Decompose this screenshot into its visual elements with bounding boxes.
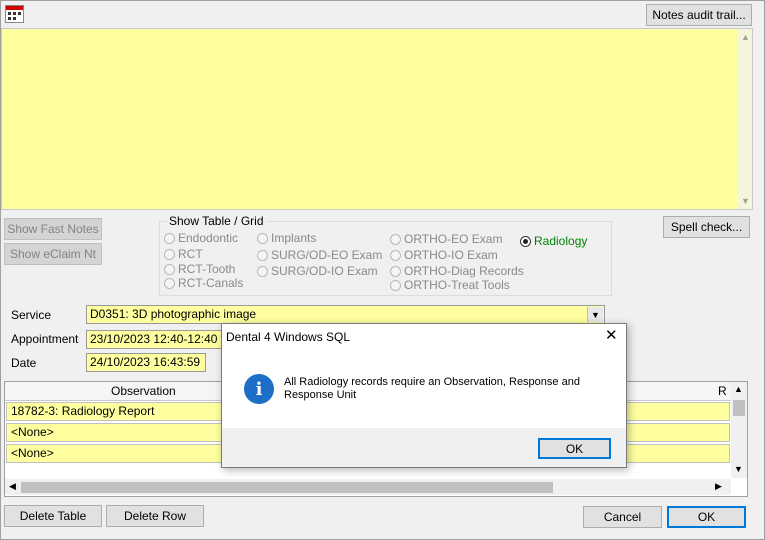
radio-label: ORTHO-EO Exam xyxy=(404,232,503,246)
notes-audit-trail-button[interactable]: Notes audit trail... xyxy=(646,4,752,26)
delete-row-button[interactable]: Delete Row xyxy=(106,505,204,527)
radio-label: RCT-Canals xyxy=(178,276,244,290)
radio-surg-io[interactable]: SURG/OD-IO Exam xyxy=(257,264,378,278)
radio-dot xyxy=(390,265,401,277)
radio-dot xyxy=(390,233,401,245)
radio-label: Endodontic xyxy=(178,231,239,245)
scroll-thumb[interactable] xyxy=(21,482,553,493)
scroll-thumb[interactable] xyxy=(733,400,745,416)
calendar-icon[interactable] xyxy=(5,5,24,23)
close-icon[interactable]: ✕ xyxy=(605,328,618,343)
radio-label: Radiology xyxy=(534,234,588,248)
radio-dot xyxy=(390,249,401,261)
radio-label: Implants xyxy=(271,231,317,245)
chevron-down-icon[interactable]: ▼ xyxy=(587,307,603,322)
cell-observation: 18782-3: Radiology Report xyxy=(11,404,155,418)
radio-dot-selected xyxy=(520,235,531,247)
radio-dot xyxy=(164,263,175,275)
service-value: D0351: 3D photographic image xyxy=(90,307,257,321)
notes-scrollbar[interactable]: ▲ ▼ xyxy=(738,29,752,209)
show-table-group: Show Table / Grid Endodontic RCT RCT-Too… xyxy=(159,214,612,296)
show-eclaim-button[interactable]: Show eClaim Nt xyxy=(4,243,102,265)
radio-label: RCT xyxy=(178,247,203,261)
spell-check-button[interactable]: Spell check... xyxy=(663,216,750,238)
radio-dot xyxy=(164,277,175,289)
radio-label: SURG/OD-IO Exam xyxy=(271,264,378,278)
message-dialog: Dental 4 Windows SQL ✕ i All Radiology r… xyxy=(221,323,627,468)
radio-label: SURG/OD-EO Exam xyxy=(271,248,383,262)
radio-surg-eo[interactable]: SURG/OD-EO Exam xyxy=(257,248,382,262)
grid-vscrollbar[interactable]: ▲ ▼ xyxy=(731,382,747,478)
scroll-left-icon[interactable]: ◀ xyxy=(9,481,16,492)
radio-rct-tooth[interactable]: RCT-Tooth xyxy=(164,262,235,276)
radio-ortho-diag[interactable]: ORTHO-Diag Records xyxy=(390,264,524,278)
radio-dot xyxy=(164,232,175,244)
info-icon: i xyxy=(244,374,274,404)
dialog-footer: OK xyxy=(222,428,626,467)
radio-ortho-io[interactable]: ORTHO-IO Exam xyxy=(390,248,498,262)
grid-hscrollbar[interactable]: ◀ ▶ xyxy=(5,479,731,495)
delete-table-button[interactable]: Delete Table xyxy=(4,505,102,527)
radio-dot xyxy=(164,248,175,260)
cell-observation: <None> xyxy=(11,425,54,439)
radio-implants[interactable]: Implants xyxy=(257,231,316,245)
service-select[interactable]: D0351: 3D photographic image ▼ xyxy=(86,305,605,324)
scroll-up-icon[interactable]: ▲ xyxy=(741,32,750,42)
scroll-up-icon[interactable]: ▲ xyxy=(734,384,743,394)
radio-dot xyxy=(390,279,401,291)
scroll-down-icon[interactable]: ▼ xyxy=(734,464,743,474)
appointment-field[interactable]: 23/10/2023 12:40-12:40 xyxy=(86,330,226,349)
dialog-title: Dental 4 Windows SQL xyxy=(226,330,351,344)
column-header-r[interactable]: R xyxy=(718,384,727,398)
radio-ortho-eo[interactable]: ORTHO-EO Exam xyxy=(390,232,502,246)
radio-dot xyxy=(257,265,268,277)
appointment-label: Appointment xyxy=(11,332,79,346)
notes-textarea[interactable]: ▲ ▼ xyxy=(1,28,753,210)
radio-dot xyxy=(257,249,268,261)
ok-button[interactable]: OK xyxy=(667,506,746,528)
radio-endodontic[interactable]: Endodontic xyxy=(164,231,238,245)
cell-observation: <None> xyxy=(11,446,54,460)
radio-rct[interactable]: RCT xyxy=(164,247,203,261)
show-fast-notes-button[interactable]: Show Fast Notes xyxy=(4,218,102,240)
radio-label: RCT-Tooth xyxy=(178,262,236,276)
scroll-down-icon[interactable]: ▼ xyxy=(741,196,750,206)
group-title: Show Table / Grid xyxy=(167,214,266,228)
radio-ortho-treat[interactable]: ORTHO-Treat Tools xyxy=(390,278,510,292)
radio-label: ORTHO-Treat Tools xyxy=(404,278,510,292)
date-label: Date xyxy=(11,356,37,370)
scroll-right-icon[interactable]: ▶ xyxy=(715,481,722,492)
dialog-message: All Radiology records require an Observa… xyxy=(284,376,580,401)
radio-radiology[interactable]: Radiology xyxy=(520,234,587,248)
cancel-button[interactable]: Cancel xyxy=(583,506,662,528)
dialog-ok-button[interactable]: OK xyxy=(538,438,611,459)
column-header-observation[interactable]: Observation xyxy=(111,384,176,398)
radio-label: ORTHO-IO Exam xyxy=(404,248,498,262)
service-label: Service xyxy=(11,308,52,322)
date-field[interactable]: 24/10/2023 16:43:59 xyxy=(86,353,206,372)
radio-dot xyxy=(257,232,268,244)
radio-rct-canals[interactable]: RCT-Canals xyxy=(164,276,243,290)
radio-label: ORTHO-Diag Records xyxy=(404,264,524,278)
